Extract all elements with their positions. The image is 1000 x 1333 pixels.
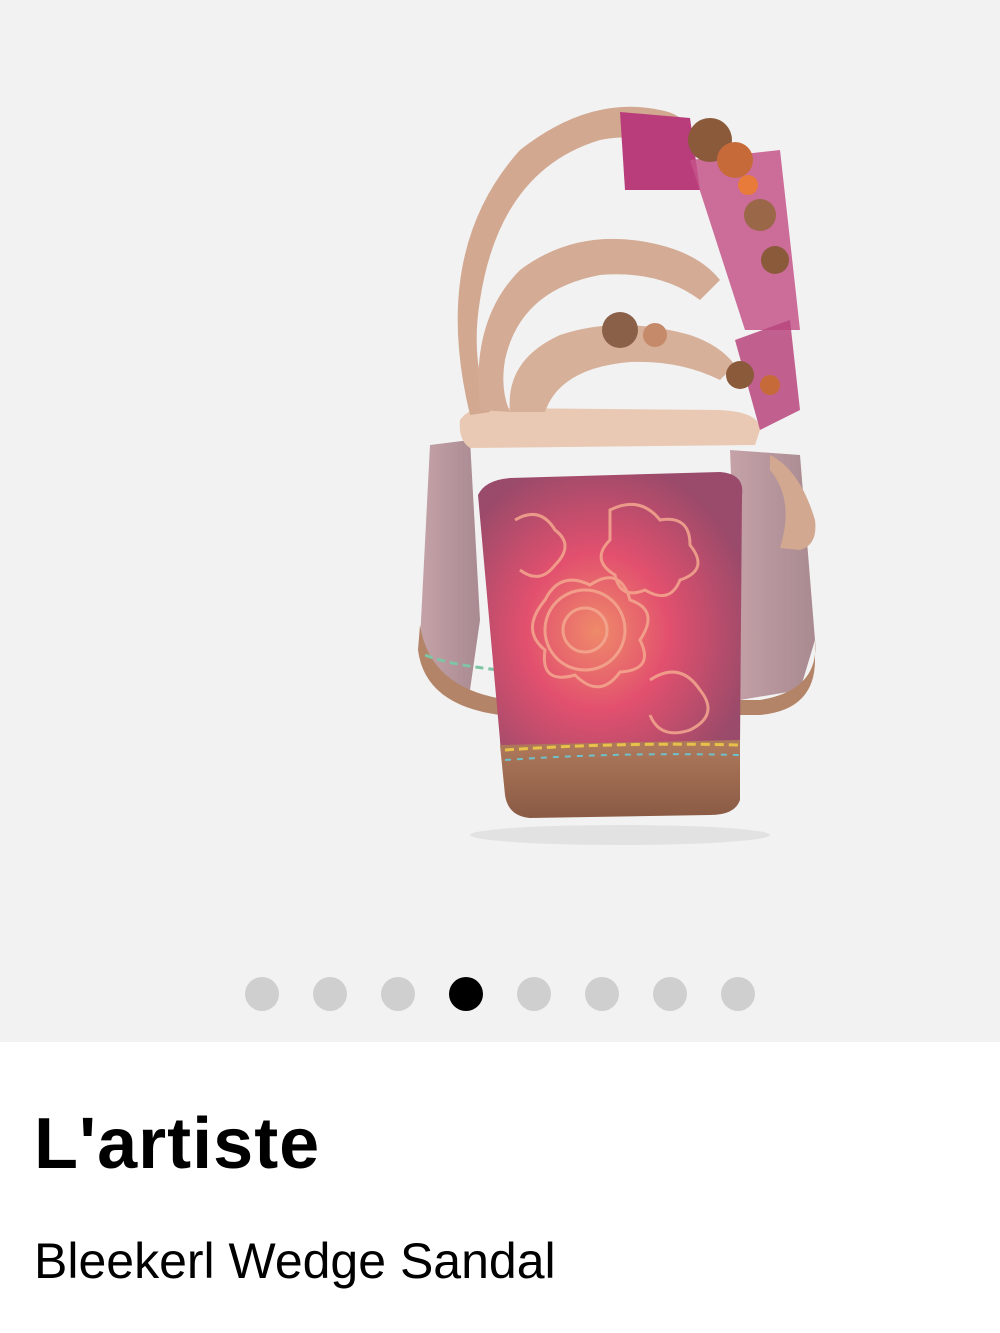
product-info: L'artiste Bleekerl Wedge Sandal <box>0 1042 1000 1333</box>
product-image-carousel[interactable] <box>0 0 1000 1042</box>
carousel-dot-5[interactable] <box>517 977 551 1011</box>
carousel-dot-1[interactable] <box>245 977 279 1011</box>
carousel-dot-8[interactable] <box>721 977 755 1011</box>
carousel-dot-3[interactable] <box>381 977 415 1011</box>
carousel-dot-6[interactable] <box>585 977 619 1011</box>
carousel-pagination <box>0 976 1000 1012</box>
brand-name[interactable]: L'artiste <box>34 1108 320 1180</box>
carousel-dot-4-active[interactable] <box>449 977 483 1011</box>
product-image[interactable] <box>0 0 1000 960</box>
product-title: Bleekerl Wedge Sandal <box>34 1233 556 1289</box>
carousel-dot-2[interactable] <box>313 977 347 1011</box>
carousel-dot-7[interactable] <box>653 977 687 1011</box>
